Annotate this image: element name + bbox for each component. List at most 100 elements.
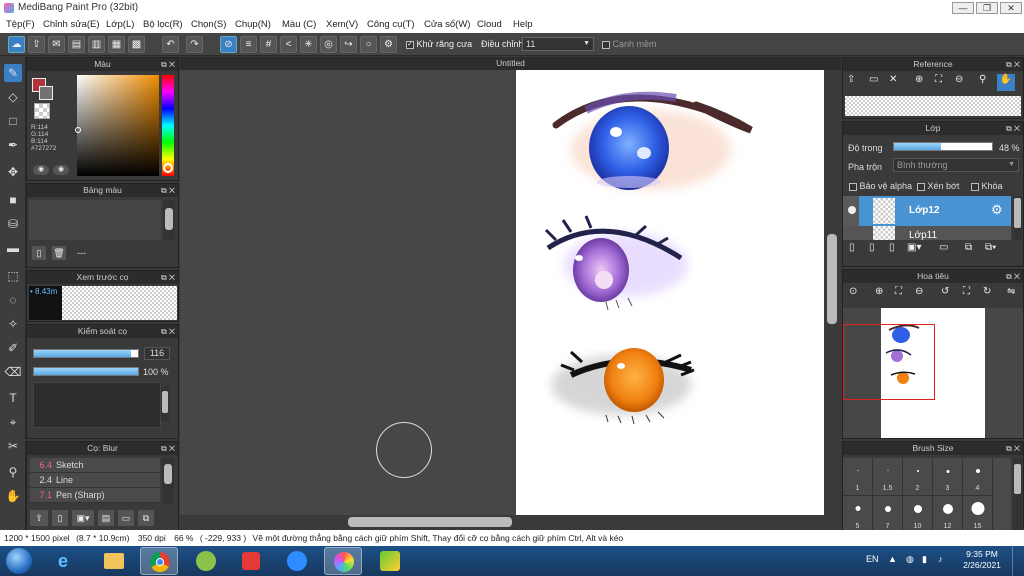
menu-edit[interactable]: Chỉnh sửa(E)	[43, 19, 100, 30]
magic-wand-tool-icon[interactable]: ✧	[4, 315, 22, 333]
panel-controls-icon[interactable]: ⧉ ✕	[161, 325, 175, 338]
rotate-right-icon[interactable]: ↻	[983, 286, 991, 297]
zoom-out-icon[interactable]: ⊖	[915, 286, 923, 297]
hand-icon[interactable]: ✋	[997, 74, 1015, 91]
canvas-paper[interactable]	[516, 70, 824, 515]
menu-select[interactable]: Chọn(S)	[191, 19, 226, 30]
horizontal-scroll-thumb[interactable]	[348, 517, 512, 527]
brush-size-field[interactable]: 116	[144, 347, 170, 360]
color-picker-cursor[interactable]	[75, 127, 81, 133]
folder-icon[interactable]: ▭	[118, 510, 134, 526]
close-button[interactable]: ✕	[1000, 2, 1022, 14]
cloud-icon[interactable]: ☁	[8, 36, 25, 53]
gear-icon[interactable]: ⚙	[991, 202, 1003, 218]
brush-size-4[interactable]: 4	[963, 458, 993, 496]
add-brush-icon[interactable]: ⇪	[30, 510, 48, 526]
panel-controls-icon[interactable]: ⧉ ✕	[161, 271, 175, 284]
zoom-in-icon[interactable]: ⊕	[875, 286, 883, 297]
redo-icon[interactable]: ↷	[186, 36, 203, 53]
hand-tool-icon[interactable]: ✋	[4, 487, 22, 505]
document-icon[interactable]: ▤	[68, 36, 85, 53]
brush-size-3[interactable]: 3	[933, 458, 963, 496]
menu-tools[interactable]: Công cụ(T)	[367, 19, 415, 30]
menu-file[interactable]: Tệp(F)	[6, 19, 35, 30]
fit-icon[interactable]: ⛶	[895, 286, 902, 297]
close-reference-icon[interactable]: ✕	[889, 74, 897, 85]
internet-explorer-icon[interactable]: e	[48, 547, 86, 575]
hue-slider[interactable]	[162, 75, 174, 176]
brush-tool-icon[interactable]: ✎	[4, 64, 22, 82]
brush-size-10[interactable]: 10	[903, 496, 933, 532]
app-paint-icon[interactable]	[370, 547, 408, 575]
layer-scrollbar[interactable]	[1013, 196, 1022, 240]
panel-controls-icon[interactable]: ⧉ ✕	[161, 184, 175, 197]
brush-size-slider[interactable]	[33, 349, 139, 358]
copy-brush-icon[interactable]: ⧉	[138, 510, 154, 526]
text-tool-icon[interactable]: T	[4, 389, 22, 407]
eyedropper-tool-icon[interactable]: ⚲	[4, 463, 22, 481]
tray-app-icon[interactable]: ◍	[906, 554, 914, 565]
flip-icon[interactable]: ⇋	[1007, 286, 1015, 297]
panel-controls-icon[interactable]: ⧉ ✕	[1006, 270, 1020, 283]
antialias-checkbox[interactable]: ✓ Khử răng cưa	[406, 39, 472, 49]
rotate-left-icon[interactable]: ↺	[941, 286, 949, 297]
app-red-icon[interactable]	[232, 547, 270, 575]
bucket-tool-icon[interactable]: ⛁	[4, 215, 22, 233]
zoom-reset-icon[interactable]: ⊙	[849, 286, 857, 297]
minimize-button[interactable]: —	[952, 2, 974, 14]
pen-tool-icon[interactable]: ✒	[4, 136, 22, 154]
cross-snap-icon[interactable]: #	[260, 36, 277, 53]
undo-icon[interactable]: ↶	[162, 36, 179, 53]
language-indicator[interactable]: EN	[866, 554, 879, 564]
palette-swatch-area[interactable]	[29, 200, 161, 240]
panel-controls-icon[interactable]: ⧉ ✕	[161, 442, 175, 455]
add-layer-menu-icon[interactable]: ▣▾	[907, 242, 921, 253]
panel-controls-icon[interactable]: ⧉ ✕	[1006, 122, 1020, 135]
menu-help[interactable]: Help	[513, 19, 533, 30]
brush-size-7[interactable]: 7	[873, 496, 903, 532]
brush-size-scrollbar[interactable]	[1013, 458, 1022, 530]
chrome-icon[interactable]	[140, 547, 178, 575]
fill-rect-tool-icon[interactable]: ■	[4, 191, 22, 209]
upload-icon[interactable]: ⇧	[847, 74, 855, 85]
brush-settings-icon[interactable]: ▤	[98, 510, 114, 526]
brush-size-15[interactable]: 15	[963, 496, 993, 532]
vanish-snap-icon[interactable]: <	[280, 36, 297, 53]
palette-scrollbar[interactable]	[163, 200, 175, 240]
snap-off-icon[interactable]: ⊘	[220, 36, 237, 53]
vertical-scroll-thumb[interactable]	[827, 234, 837, 324]
menu-cloud[interactable]: Cloud	[477, 19, 502, 30]
comment-icon[interactable]: ✉	[48, 36, 65, 53]
panel-controls-icon[interactable]: ⧉ ✕	[161, 58, 175, 71]
brush-item-sketch[interactable]: 6.4 Sketch	[30, 458, 160, 473]
brush-size-1[interactable]: 1	[843, 458, 873, 496]
brush-opacity-slider[interactable]	[33, 367, 139, 376]
visibility-icon[interactable]	[848, 206, 856, 214]
background-color-swatch[interactable]	[39, 86, 53, 100]
fit-icon[interactable]: ⛶	[935, 74, 942, 85]
tray-expand-icon[interactable]: ▲	[888, 554, 897, 564]
zoom-app-icon[interactable]	[278, 547, 316, 575]
circle-snap-icon[interactable]: ◎	[320, 36, 337, 53]
zoom-in-icon[interactable]: ⊕	[915, 74, 923, 85]
snap-settings-icon[interactable]: ⚙	[380, 36, 397, 53]
rect-select-tool-icon[interactable]: □	[4, 112, 22, 130]
navigator-viewport-frame[interactable]	[843, 324, 935, 400]
eyedropper-icon[interactable]: ⚲	[979, 74, 986, 85]
volume-icon[interactable]: ♪	[938, 554, 943, 564]
start-button[interactable]	[6, 548, 32, 574]
move-tool-icon[interactable]: ✥	[4, 163, 22, 181]
layer-row[interactable]: Lớp11	[843, 226, 1011, 240]
medibang-paint-icon[interactable]	[324, 547, 362, 575]
panel-controls-icon[interactable]: ⧉ ✕	[1006, 58, 1020, 71]
curve-snap-icon[interactable]: ↪	[340, 36, 357, 53]
clock[interactable]: 9:35 PM 2/26/2021	[960, 549, 1004, 571]
brush-item-line[interactable]: 2.4 Line	[30, 473, 160, 488]
menu-layer[interactable]: Lớp(L)	[106, 19, 134, 30]
adjust-select[interactable]: 11 ▼	[522, 37, 594, 51]
lock-checkbox[interactable]: Khóa	[971, 181, 1003, 191]
menu-snap[interactable]: Chụp(N)	[235, 19, 271, 30]
blend-mode-select[interactable]: Bình thường ▼	[893, 158, 1019, 172]
brush-size-1-5[interactable]: 1.5	[873, 458, 903, 496]
select-pen-tool-icon[interactable]: ✐	[4, 339, 22, 357]
